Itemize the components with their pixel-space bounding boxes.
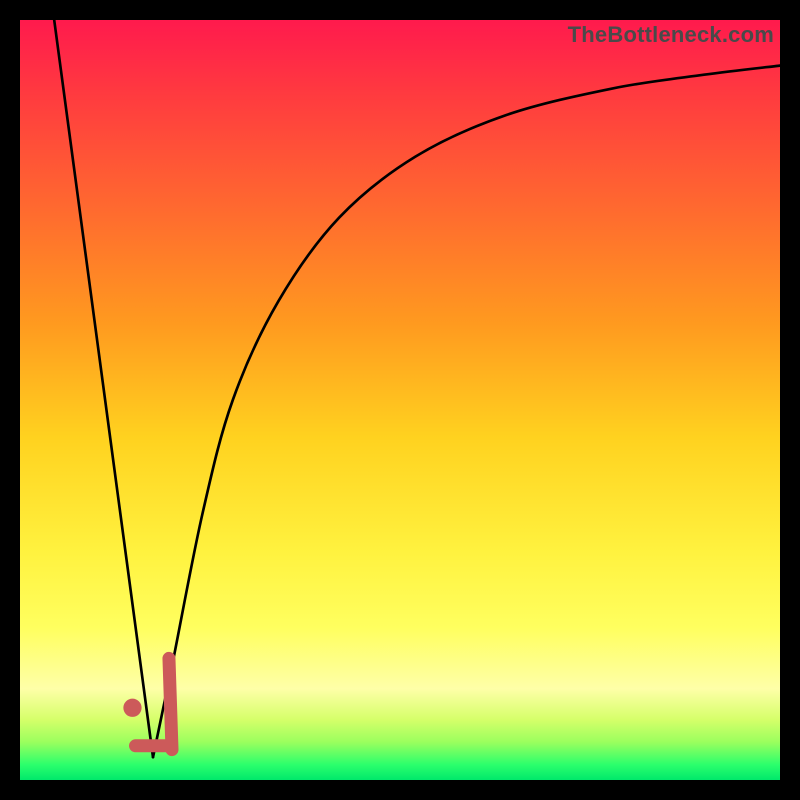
marker-dot <box>123 699 141 717</box>
marker-j-vertical <box>169 658 172 749</box>
plot-area: TheBottleneck.com <box>20 20 780 780</box>
bottleneck-curve <box>54 20 780 757</box>
curve-right-branch <box>153 66 780 758</box>
watermark-text: TheBottleneck.com <box>568 22 774 48</box>
chart-frame: TheBottleneck.com <box>0 0 800 800</box>
marker-j-shape <box>123 658 172 749</box>
chart-svg <box>20 20 780 780</box>
curve-left-branch <box>54 20 153 757</box>
